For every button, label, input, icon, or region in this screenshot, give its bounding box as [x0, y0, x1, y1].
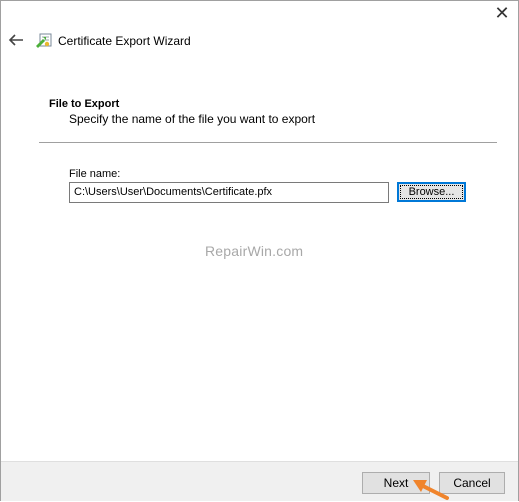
section-title: File to Export: [49, 98, 120, 110]
certificate-icon: [36, 33, 52, 48]
browse-button[interactable]: Browse...: [397, 182, 466, 202]
back-arrow-icon[interactable]: [7, 31, 25, 49]
header-divider: [39, 142, 497, 143]
file-name-input[interactable]: [69, 182, 389, 203]
file-name-label: File name:: [69, 168, 121, 180]
watermark-text: RepairWin.com: [205, 243, 304, 259]
wizard-window: ✕ Certificate Export Wizard File to Expo…: [0, 0, 519, 501]
close-icon[interactable]: ✕: [492, 3, 512, 23]
section-description: Specify the name of the file you want to…: [69, 112, 316, 126]
annotation-arrow-icon: [413, 480, 449, 500]
wizard-title: Certificate Export Wizard: [58, 34, 191, 48]
